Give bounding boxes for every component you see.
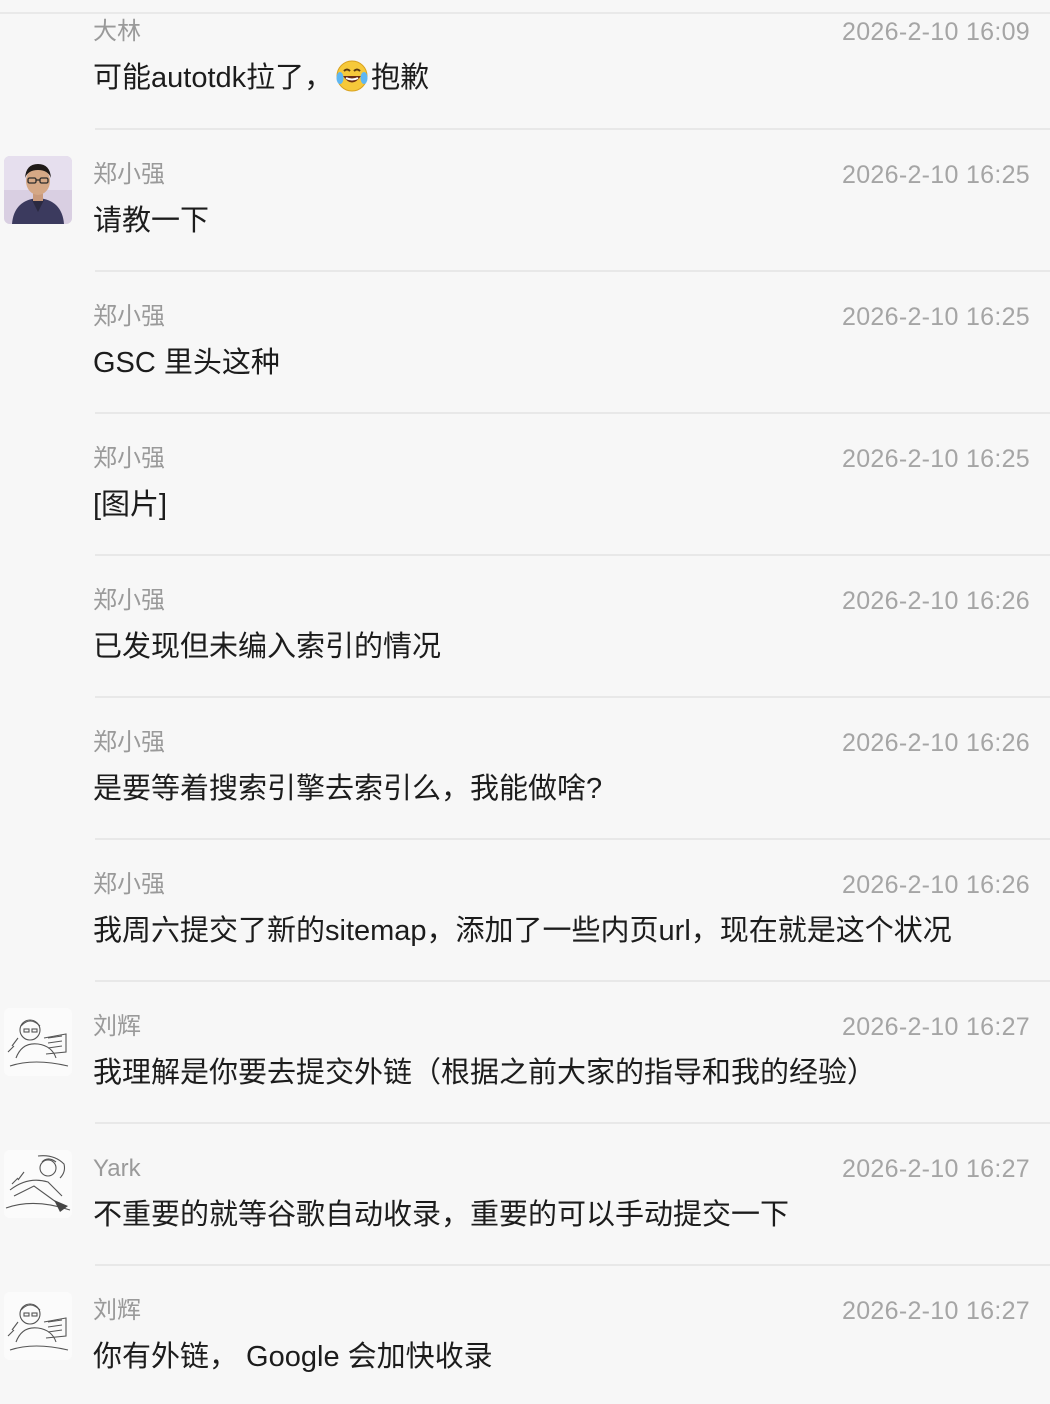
message-time: 2026-2-10 16:27 <box>842 1155 1030 1183</box>
message-item[interactable]: 郑小强 2026-2-10 16:25 请教一下 <box>0 142 1050 284</box>
avatar[interactable] <box>4 1292 72 1360</box>
message-text[interactable]: [图片] <box>93 486 1030 524</box>
sender-name: 刘辉 <box>93 1013 141 1040</box>
chat-message-list: 大林 2026-2-10 16:09 可能autotdk拉了， 抱歉 郑小强 2… <box>0 0 1050 1404</box>
message-divider <box>95 412 1050 414</box>
message-item[interactable]: 郑小强 2026-2-10 16:26 已发现但未编入索引的情况 <box>0 568 1050 710</box>
message-time: 2026-2-10 16:25 <box>842 445 1030 473</box>
message-item[interactable]: 郑小强 2026-2-10 16:26 是要等着搜索引擎去索引么，我能做啥? <box>0 710 1050 852</box>
sketch-avatar-icon <box>4 1292 72 1360</box>
sender-name: 郑小强 <box>93 729 165 756</box>
message-item[interactable]: 刘辉 2026-2-10 16:27 你有外链， Google 会加快收录 <box>0 1278 1050 1404</box>
avatar[interactable] <box>4 1008 72 1076</box>
message-divider <box>95 696 1050 698</box>
message-text[interactable]: 已发现但未编入索引的情况 <box>93 628 1030 666</box>
avatar[interactable] <box>4 1150 72 1218</box>
sender-name: 郑小强 <box>93 871 165 898</box>
avatar[interactable] <box>4 156 72 224</box>
message-time: 2026-2-10 16:09 <box>842 18 1030 46</box>
message-divider <box>95 270 1050 272</box>
message-item[interactable]: 大林 2026-2-10 16:09 可能autotdk拉了， 抱歉 <box>0 0 1050 142</box>
message-divider <box>95 554 1050 556</box>
message-time: 2026-2-10 16:26 <box>842 729 1030 757</box>
message-text[interactable]: 我理解是你要去提交外链（根据之前大家的指导和我的经验） <box>93 1054 1030 1092</box>
sender-name: 大林 <box>93 18 141 45</box>
face-with-tears-of-joy-icon <box>336 60 368 92</box>
message-divider <box>95 1122 1050 1124</box>
message-text[interactable]: 可能autotdk拉了， 抱歉 <box>93 59 1030 97</box>
message-divider <box>95 980 1050 982</box>
sender-name: Yark <box>93 1155 141 1182</box>
message-text[interactable]: 你有外链， Google 会加快收录 <box>93 1338 1030 1376</box>
message-text-part: 可能autotdk拉了， <box>93 62 334 94</box>
message-time: 2026-2-10 16:27 <box>842 1297 1030 1325</box>
message-text[interactable]: 是要等着搜索引擎去索引么，我能做啥? <box>93 770 1030 808</box>
message-divider <box>95 838 1050 840</box>
photo-avatar-icon <box>4 156 72 224</box>
message-item[interactable]: Yark 2026-2-10 16:27 不重要的就等谷歌自动收录，重要的可以手… <box>0 1136 1050 1278</box>
message-divider <box>95 128 1050 130</box>
sketch-avatar-icon <box>4 1008 72 1076</box>
sender-name: 刘辉 <box>93 1297 141 1324</box>
message-time: 2026-2-10 16:25 <box>842 303 1030 331</box>
sketch-avatar-icon <box>4 1150 72 1218</box>
message-text[interactable]: 我周六提交了新的sitemap，添加了一些内页url，现在就是这个状况 <box>93 912 1030 950</box>
sender-name: 郑小强 <box>93 587 165 614</box>
sender-name: 郑小强 <box>93 161 165 188</box>
message-text[interactable]: 请教一下 <box>93 202 1030 240</box>
message-item[interactable]: 刘辉 2026-2-10 16:27 我理解是你要去提交外链（根据之前大家的指导… <box>0 994 1050 1136</box>
sender-name: 郑小强 <box>93 445 165 472</box>
message-text-part: 抱歉 <box>371 62 430 94</box>
message-item[interactable]: 郑小强 2026-2-10 16:25 GSC 里头这种 <box>0 284 1050 426</box>
message-time: 2026-2-10 16:27 <box>842 1013 1030 1041</box>
message-time: 2026-2-10 16:26 <box>842 871 1030 899</box>
sender-name: 郑小强 <box>93 303 165 330</box>
message-item[interactable]: 郑小强 2026-2-10 16:25 [图片] <box>0 426 1050 568</box>
message-text[interactable]: 不重要的就等谷歌自动收录，重要的可以手动提交一下 <box>93 1196 1030 1234</box>
message-text[interactable]: GSC 里头这种 <box>93 344 1030 382</box>
message-time: 2026-2-10 16:25 <box>842 161 1030 189</box>
message-divider <box>95 1264 1050 1266</box>
message-item[interactable]: 郑小强 2026-2-10 16:26 我周六提交了新的sitemap，添加了一… <box>0 852 1050 994</box>
message-time: 2026-2-10 16:26 <box>842 587 1030 615</box>
